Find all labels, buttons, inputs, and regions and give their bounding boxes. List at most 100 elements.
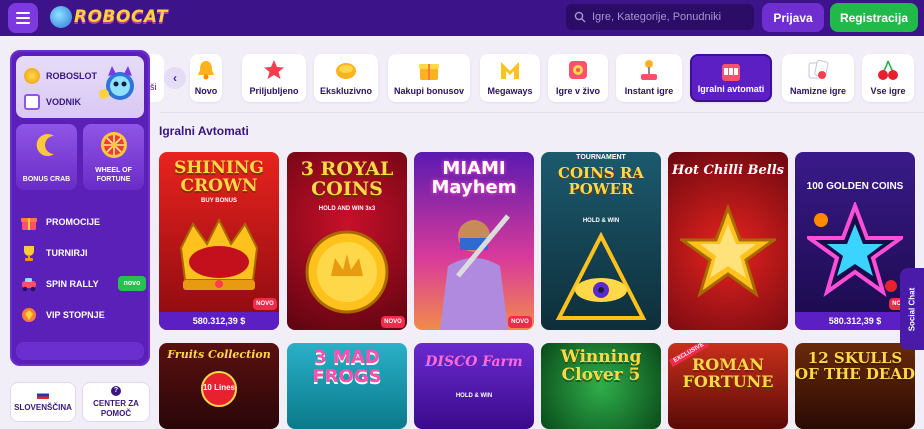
category-namizne-igre[interactable]: Namizne igre [782, 54, 854, 102]
register-button[interactable]: Registracija [830, 3, 918, 32]
login-button[interactable]: Prijava [762, 3, 824, 32]
language-label: SLOVENŠČINA [14, 403, 72, 412]
sidebar-item-label: VODNIK [46, 97, 82, 107]
new-badge: NOVO [381, 316, 405, 328]
game-title: 12 SKULLS OF THE DEAD [795, 349, 915, 383]
category-partial-item[interactable]: ši [150, 54, 164, 102]
new-badge: novo [118, 276, 146, 291]
category-nakupi-bonusov[interactable]: Nakupi bonusov [388, 54, 470, 102]
game-title: COINS RA POWER [558, 164, 644, 198]
category-label: Megaways [487, 86, 533, 96]
game-card[interactable]: 3 ROYAL COINS HOLD AND WIN 3x3 NOVO [287, 152, 407, 330]
category-label: Novo [194, 86, 218, 96]
game-card[interactable]: MIAMI Mayhem NOVO [414, 152, 534, 330]
game-title: ROMAN FORTUNE [682, 355, 774, 391]
sidebar-feature-tiles: BONUS CRAB WHEEL OF FORTUNE [16, 124, 144, 190]
vip-icon [20, 306, 38, 324]
joystick-icon [641, 60, 657, 80]
game-title: Fruits Collection [167, 348, 271, 361]
search-icon [574, 11, 586, 23]
sidebar-item-roboslot[interactable]: ROBOSLOT [24, 68, 97, 84]
category-priljubljeno[interactable]: Priljubljeno [242, 54, 306, 102]
game-title: MIAMI Mayhem [431, 158, 517, 198]
category-label: Vse igre [870, 86, 906, 96]
game-card[interactable]: Hot Chilli Bells [668, 152, 788, 330]
hamburger-menu-button[interactable] [8, 3, 38, 33]
trophy-icon [20, 244, 38, 262]
category-ekskluzivno[interactable]: Ekskluzivno [314, 54, 378, 102]
category-megaways[interactable]: Megaways [480, 54, 540, 102]
bonus-crab-tile[interactable]: BONUS CRAB [16, 124, 77, 190]
game-title: 100 GOLDEN COINS [806, 181, 904, 192]
game-subtitle: HOLD AND WIN 3x3 [318, 206, 376, 212]
new-badge: NOVO [253, 298, 277, 310]
robocat-logo[interactable]: ROBOCAT [50, 6, 168, 28]
live-icon [569, 61, 587, 79]
cherries-icon [878, 60, 898, 80]
category-label: Nakupi bonusov [393, 86, 464, 96]
jackpot-amount: 580.312,39 $ [159, 312, 279, 330]
help-label: CENTER ZA POMOČ [93, 398, 139, 418]
wheel-of-fortune-tile[interactable]: WHEEL OF FORTUNE [83, 124, 144, 190]
slot-machine-icon [722, 64, 740, 81]
category-instant-igre[interactable]: Instant igre [616, 54, 682, 102]
new-badge: NOVO [508, 316, 532, 328]
star-icon [264, 60, 284, 79]
game-card[interactable]: 12 SKULLS OF THE DEAD [795, 343, 915, 429]
bell-icon [198, 61, 214, 80]
guide-icon [24, 94, 40, 110]
gem-icon [336, 63, 356, 79]
game-subtitle: 10 Lines [202, 383, 235, 392]
gold-star-icon [680, 204, 776, 298]
social-chat-button[interactable]: Social Chat [900, 268, 924, 350]
tile-label: BONUS CRAB [22, 176, 71, 183]
logo-cat-icon [50, 6, 72, 28]
search-bar[interactable] [566, 4, 754, 30]
megaways-icon [501, 62, 519, 79]
language-button[interactable]: SLOVENŠČINA [10, 382, 76, 422]
category-novo[interactable]: Novo [190, 54, 222, 102]
robot-coin-icon [24, 68, 40, 84]
game-card[interactable]: 3 MAD FROGS [287, 343, 407, 429]
character-icon [440, 214, 510, 330]
giftbox-icon [419, 64, 439, 80]
help-icon: ? [111, 385, 121, 396]
sidebar-item-vip-stopnje[interactable]: VIP STOPNJE [20, 299, 144, 330]
game-card[interactable]: 100 GOLDEN COINS NOVO 580.312,39 $ [795, 152, 915, 330]
game-card[interactable]: SHINING CROWN BUY BONUS NOVO 580.312,39 … [159, 152, 279, 330]
game-card[interactable]: Fruits Collection 10 Lines [159, 343, 279, 429]
sidebar-top-panel: ROBOSLOT VODNIK [16, 56, 144, 118]
social-chat-label: Social Chat [907, 287, 917, 331]
game-card[interactable]: TOURNAMENT COINS RA POWER HOLD & WIN [541, 152, 661, 330]
category-igralni-avtomati[interactable]: Igralni avtomati [690, 54, 772, 102]
help-center-button[interactable]: ? CENTER ZA POMOČ [82, 382, 150, 422]
category-scroll-left-button[interactable]: ‹ [164, 67, 186, 89]
sidebar-bottom-strip [16, 342, 144, 360]
search-input[interactable] [592, 11, 752, 23]
game-subtitle: HOLD & WIN [582, 218, 620, 224]
category-divider [160, 112, 924, 113]
sidebar-item-label: SPIN RALLY [46, 278, 99, 289]
section-title: Igralni Avtomati [159, 124, 249, 138]
logo-text: ROBOCAT [74, 7, 169, 27]
game-title: Hot Chilli Bells [671, 163, 785, 178]
game-title: SHINING CROWN [174, 158, 264, 196]
category-label: ši [150, 82, 157, 92]
rally-icon [20, 275, 38, 293]
sidebar-item-promocije[interactable]: PROMOCIJE [20, 206, 144, 237]
sidebar-item-vodnik[interactable]: VODNIK [24, 94, 81, 110]
category-vse-igre[interactable]: Vse igre [862, 54, 914, 102]
sidebar-item-label: PROMOCIJE [46, 216, 101, 227]
game-card[interactable]: EXCLUSIVE ROMAN FORTUNE [668, 343, 788, 429]
game-title: Winning Clover 5 [560, 347, 642, 385]
game-card[interactable]: DISCO Farm HOLD & WIN [414, 343, 534, 429]
sidebar-item-spin-rally[interactable]: SPIN RALLY novo [20, 268, 146, 299]
category-igre-v-zivo[interactable]: Igre v živo [548, 54, 608, 102]
category-bar: ši ‹ Novo Priljubljeno Ekskluzivno Nakup… [150, 46, 924, 106]
slovenia-flag-icon [37, 391, 49, 399]
game-subtitle: BUY BONUS [201, 198, 237, 204]
category-label: Igre v živo [555, 86, 600, 96]
game-card[interactable]: Winning Clover 5 [541, 343, 661, 429]
sidebar-item-turnirji[interactable]: TURNIRJI [20, 237, 144, 268]
neon-star-icon [807, 202, 903, 297]
